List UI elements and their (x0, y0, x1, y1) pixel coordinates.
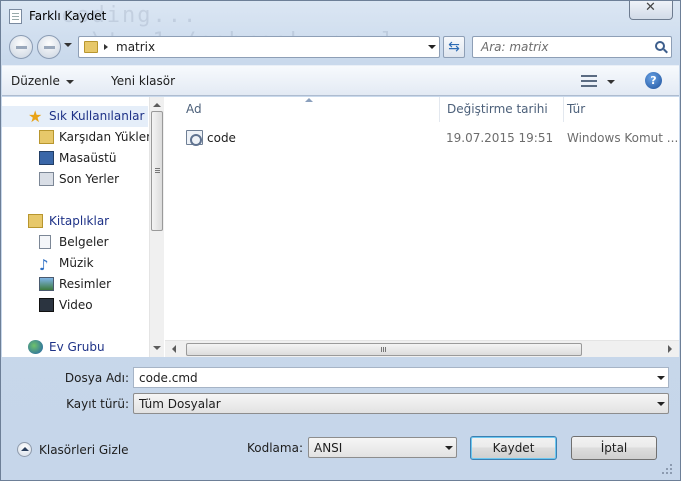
help-icon[interactable]: ? (645, 72, 662, 89)
chevron-down-icon (65, 79, 74, 84)
organize-button[interactable]: Düzenle (11, 74, 74, 88)
sidebar-item-video[interactable]: Video (2, 295, 148, 316)
back-button[interactable] (9, 35, 33, 59)
table-row[interactable]: code 19.07.2015 19:51 Windows Komut ... (182, 128, 678, 150)
filename-input[interactable]: code.cmd (133, 367, 669, 388)
file-list-hscrollbar[interactable] (165, 340, 679, 357)
scroll-up-icon[interactable] (153, 103, 161, 107)
organize-label: Düzenle (11, 74, 60, 88)
chevron-down-icon[interactable] (657, 376, 665, 380)
sidebar-item-documents[interactable]: Belgeler (2, 232, 148, 253)
search-placeholder: Ara: matrix (481, 40, 549, 54)
sidebar-scroll-thumb[interactable] (151, 111, 163, 231)
hide-folders-label: Klasörleri Gizle (39, 443, 129, 457)
command-toolbar: Düzenle Yeni klasör ? (2, 65, 679, 96)
close-button[interactable]: ✕ (629, 0, 673, 20)
star-icon: ★ (28, 107, 43, 126)
refresh-icon: ⇆ (448, 39, 460, 55)
breadcrumb-arrow-icon[interactable] (104, 44, 108, 50)
title-bar: Farklı Kaydet ✕ (1, 0, 680, 31)
notepad-icon (9, 9, 22, 24)
file-type: Windows Komut ... (567, 131, 679, 145)
view-options-icon[interactable] (581, 75, 597, 87)
column-header-date-modified[interactable]: Değiştirme tarihi (440, 97, 564, 122)
sidebar-item-music[interactable]: ♪ Müzik (2, 253, 148, 274)
filetype-label: Kayıt türü: (66, 397, 129, 411)
column-header-type[interactable]: Tür (564, 97, 679, 122)
recent-pages-dropdown[interactable] (64, 43, 72, 47)
sidebar-scrollbar[interactable] (149, 97, 164, 357)
close-icon: ✕ (645, 0, 656, 15)
address-dropdown-button[interactable] (425, 37, 439, 57)
pictures-icon (39, 277, 54, 291)
filename-value: code.cmd (139, 371, 198, 385)
filetype-select[interactable]: Tüm Dosyalar (133, 393, 669, 414)
sidebar-item-favorites[interactable]: ★ Sık Kullanılanlar (2, 106, 148, 127)
browser-content: ★ Sık Kullanılanlar Karşıdan Yüklemeler … (2, 97, 679, 357)
downloads-folder-icon (39, 130, 54, 144)
folder-icon (84, 41, 98, 53)
save-button[interactable]: Kaydet (470, 436, 557, 460)
view-dropdown-button[interactable] (607, 80, 615, 84)
search-input[interactable]: Ara: matrix (472, 36, 672, 58)
cancel-button[interactable]: İptal (571, 436, 657, 460)
chevron-down-icon (445, 446, 453, 450)
encoding-select[interactable]: ANSI (308, 437, 457, 458)
scroll-left-icon[interactable] (172, 345, 176, 353)
documents-icon (39, 235, 51, 249)
breadcrumb-matrix[interactable]: matrix (116, 40, 155, 54)
column-header-name[interactable]: Ad (165, 97, 440, 122)
window-title: Farklı Kaydet (29, 9, 107, 23)
save-as-dialog: coding... \t 1 /nobreak >nul Farklı Kayd… (0, 0, 681, 481)
scroll-down-icon[interactable] (153, 346, 161, 350)
sidebar-item-downloads[interactable]: Karşıdan Yüklemeler (2, 127, 164, 148)
sidebar-item-recent-places[interactable]: Son Yerler (2, 169, 148, 190)
file-modified: 19.07.2015 19:51 (446, 131, 554, 145)
sidebar-item-pictures[interactable]: Resimler (2, 274, 148, 295)
forward-button[interactable] (37, 35, 61, 59)
sidebar-item-homegroup[interactable]: Ev Grubu (2, 337, 148, 357)
libraries-icon (28, 214, 43, 228)
address-bar[interactable]: matrix (78, 36, 440, 58)
filetype-value: Tüm Dosyalar (139, 397, 221, 411)
encoding-value: ANSI (314, 441, 343, 455)
resize-grip[interactable] (661, 463, 673, 475)
collapse-up-icon (17, 442, 32, 457)
cmd-file-icon (186, 130, 203, 146)
file-list-scroll-thumb[interactable] (186, 343, 582, 356)
chevron-down-icon (657, 402, 665, 406)
encoding-label: Kodlama: (246, 441, 303, 455)
file-name: code (207, 131, 236, 145)
music-icon: ♪ (39, 256, 49, 274)
sidebar-item-desktop[interactable]: Masaüstü (2, 148, 148, 169)
filename-label: Dosya Adı: (64, 371, 129, 385)
navigation-pane: ★ Sık Kullanılanlar Karşıdan Yüklemeler … (2, 97, 164, 357)
file-list: Ad Değiştirme tarihi Tür code 19.07.2015… (165, 97, 679, 357)
desktop-icon (39, 151, 54, 165)
search-icon[interactable] (655, 41, 665, 51)
sidebar-item-libraries[interactable]: Kitaplıklar (2, 211, 148, 232)
new-folder-button[interactable]: Yeni klasör (111, 74, 175, 88)
recent-places-icon (39, 172, 54, 186)
homegroup-icon (28, 340, 43, 354)
video-icon (39, 298, 54, 312)
scroll-right-icon[interactable] (668, 345, 672, 353)
refresh-button[interactable]: ⇆ (443, 36, 465, 58)
